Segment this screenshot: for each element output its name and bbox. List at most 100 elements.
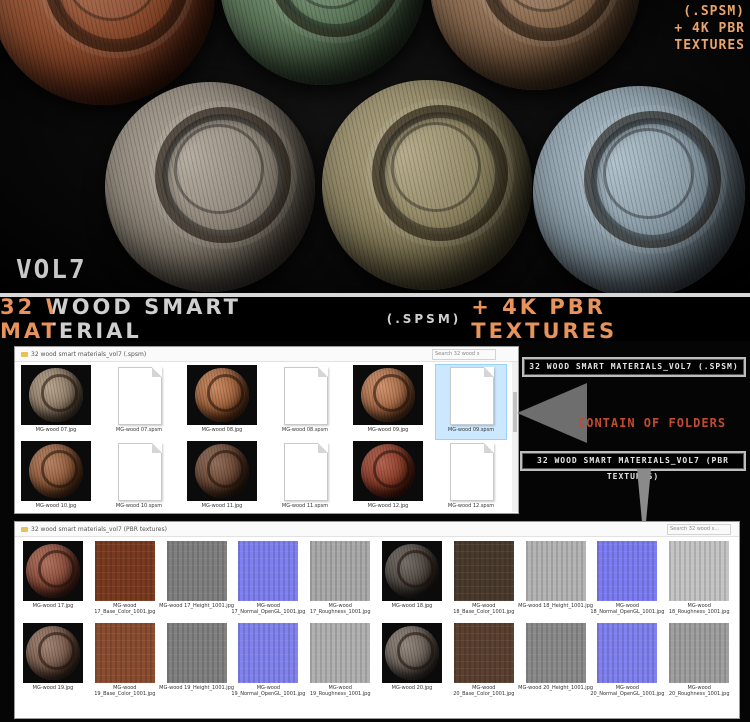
file-item[interactable]: MG-wood 18_Height_1001.jpg — [518, 541, 593, 615]
file-item[interactable]: MG-wood 17_Roughness_1001.jpg — [310, 541, 371, 615]
file-item[interactable]: MG-wood 18_Normal_OpenGL_1001.jpg — [590, 541, 664, 615]
brand-tagline: (.SPSM) + 4K PBR TEXTURES — [674, 3, 745, 54]
top-right-sphere — [430, 0, 640, 90]
file-item[interactable]: MG-wood 17_Base_Color_1001.jpg — [94, 541, 155, 615]
file-name: MG-wood 17_Normal_OpenGL_1001.jpg — [231, 603, 306, 615]
file-name: MG-wood 09.jpg — [367, 427, 409, 433]
texture-thumbnail — [453, 623, 514, 683]
file-name: MG-wood 17_Height_1001.jpg — [159, 603, 235, 609]
file-item[interactable]: MG-wood 08.jpg — [187, 365, 257, 439]
address-bar[interactable]: 32 wood smart materials_vol7 (.spsm) Sea… — [15, 347, 518, 362]
file-name: MG-wood 18_Base_Color_1001.jpg — [453, 603, 515, 615]
texture-thumbnail — [525, 541, 586, 601]
file-name: MG-wood 10.jpg — [35, 503, 77, 509]
document-icon — [118, 367, 162, 425]
material-preview-thumbnail — [353, 441, 423, 501]
texture-thumbnail — [310, 541, 371, 601]
file-item[interactable]: MG-wood 19_Base_Color_1001.jpg — [94, 623, 155, 697]
search-input[interactable]: Search 32 wood s — [432, 349, 496, 360]
contain-of-folders-label: CONTAIN OF FOLDERS — [578, 416, 727, 430]
file-name: MG-wood 20.jpg — [391, 685, 433, 691]
file-name: MG-wood 10.spsm — [115, 503, 163, 509]
file-name: MG-wood 19_Normal_OpenGL_1001.jpg — [231, 685, 306, 697]
file-name: MG-wood 19_Roughness_1001.jpg — [309, 685, 371, 697]
file-item[interactable]: MG-wood 10.spsm — [104, 441, 174, 513]
file-name: MG-wood 18_Normal_OpenGL_1001.jpg — [590, 603, 665, 615]
file-item[interactable]: MG-wood 17_Normal_OpenGL_1001.jpg — [231, 541, 305, 615]
file-item[interactable]: MG-wood 09.jpg — [353, 365, 423, 439]
title-part-2: (.SPSM) — [386, 312, 462, 326]
file-item[interactable]: MG-wood 19.jpg — [23, 623, 83, 697]
file-item[interactable]: MG-wood 19_Roughness_1001.jpg — [310, 623, 371, 697]
texture-thumbnail — [94, 623, 155, 683]
document-icon — [118, 443, 162, 501]
file-item[interactable]: MG-wood 20_Base_Color_1001.jpg — [453, 623, 514, 697]
sphere-icon — [26, 626, 80, 680]
file-item[interactable]: MG-wood 20_Height_1001.jpg — [518, 623, 593, 697]
material-preview-thumbnail — [353, 365, 423, 425]
file-item[interactable]: MG-wood 07.jpg — [21, 365, 91, 439]
document-icon — [284, 367, 328, 425]
texture-thumbnail — [166, 623, 227, 683]
texture-thumbnail — [669, 541, 730, 601]
material-preview-thumbnail — [23, 541, 83, 601]
file-name: MG-wood 18_Height_1001.jpg — [518, 603, 594, 609]
file-name: MG-wood 11.jpg — [201, 503, 243, 509]
file-item[interactable]: MG-wood 19_Height_1001.jpg — [159, 623, 234, 697]
address-bar[interactable]: 32 wood smart materials_vol7 (PBR textur… — [15, 522, 739, 537]
explorer-window-pbr: 32 wood smart materials_vol7 (PBR textur… — [14, 521, 740, 719]
file-name: MG-wood 19_Base_Color_1001.jpg — [94, 685, 156, 697]
title-part-1: 32 WOOD SMART MATERIAL — [0, 295, 377, 343]
document-icon — [450, 367, 494, 425]
file-name: MG-wood 19_Height_1001.jpg — [159, 685, 235, 691]
texture-thumbnail — [597, 541, 658, 601]
file-item[interactable]: MG-wood 17_Height_1001.jpg — [159, 541, 234, 615]
bottom-middle-sphere — [322, 80, 532, 290]
file-item[interactable]: MG-wood 20.jpg — [382, 623, 442, 697]
file-name: MG-wood 07.jpg — [35, 427, 77, 433]
callout-arrow-2 — [637, 469, 651, 521]
file-item[interactable]: MG-wood 11.spsm — [270, 441, 340, 513]
file-name: MG-wood 11.spsm — [281, 503, 329, 509]
file-item[interactable]: MG-wood 18_Roughness_1001.jpg — [669, 541, 730, 615]
sphere-icon — [361, 368, 415, 422]
file-item[interactable]: MG-wood 18_Base_Color_1001.jpg — [453, 541, 514, 615]
texture-thumbnail — [94, 541, 155, 601]
file-name: MG-wood 09.spsm — [447, 427, 495, 433]
file-item[interactable]: MG-wood 19_Normal_OpenGL_1001.jpg — [231, 623, 305, 697]
folder-icon — [21, 526, 28, 532]
file-item[interactable]: MG-wood 11.jpg — [187, 441, 257, 513]
file-item[interactable]: MG-wood 20_Roughness_1001.jpg — [669, 623, 730, 697]
file-name: MG-wood 12.spsm — [447, 503, 495, 509]
material-preview-thumbnail — [382, 623, 442, 683]
texture-thumbnail — [597, 623, 658, 683]
file-name: MG-wood 07.spsm — [115, 427, 163, 433]
sphere-icon — [195, 368, 249, 422]
texture-thumbnail — [238, 623, 299, 683]
product-title: 32 WOOD SMART MATERIAL (.SPSM) + 4K PBR … — [0, 295, 750, 343]
brand-line-2: + 4K PBR — [674, 21, 745, 36]
file-item[interactable]: MG-wood 12.jpg — [353, 441, 423, 513]
search-input[interactable]: Search 32 wood s... — [667, 524, 731, 535]
file-name: MG-wood 17_Roughness_1001.jpg — [309, 603, 371, 615]
file-item[interactable]: MG-wood 07.spsm — [104, 365, 174, 439]
file-item[interactable]: MG-wood 09.spsm — [435, 364, 507, 440]
address-path: 32 wood smart materials_vol7 (.spsm) — [31, 350, 147, 358]
document-icon — [450, 443, 494, 501]
file-name: MG-wood 17.jpg — [32, 603, 74, 609]
texture-thumbnail — [669, 623, 730, 683]
file-item[interactable]: MG-wood 08.spsm — [270, 365, 340, 439]
texture-thumbnail — [238, 541, 299, 601]
sphere-icon — [26, 544, 80, 598]
material-preview-thumbnail — [21, 441, 91, 501]
callout-arrow-1 — [517, 383, 587, 443]
file-item[interactable]: MG-wood 17.jpg — [23, 541, 83, 615]
file-item[interactable]: MG-wood 10.jpg — [21, 441, 91, 513]
file-item[interactable]: MG-wood 18.jpg — [382, 541, 442, 615]
file-name: MG-wood 18_Roughness_1001.jpg — [668, 603, 730, 615]
file-item[interactable]: MG-wood 12.spsm — [436, 441, 506, 513]
file-name: MG-wood 19.jpg — [32, 685, 74, 691]
document-icon — [284, 443, 328, 501]
callout-pbr: 32 WOOD SMART MATERIALS_VOL7 (PBR TEXTUR… — [520, 451, 746, 481]
file-item[interactable]: MG-wood 20_Normal_OpenGL_1001.jpg — [590, 623, 664, 697]
